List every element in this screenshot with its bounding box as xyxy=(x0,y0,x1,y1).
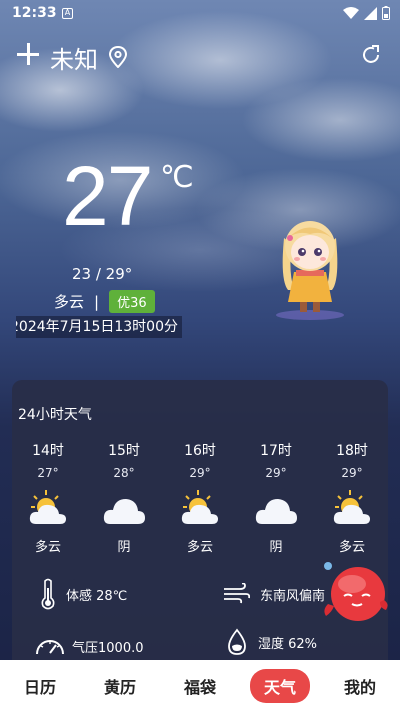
aqi-badge[interactable]: 优36 xyxy=(109,290,155,313)
nav-item-calendar[interactable]: 日历 xyxy=(10,669,70,703)
wind-icon xyxy=(224,583,250,604)
hour-temp: 29° xyxy=(341,466,363,480)
add-city-button[interactable] xyxy=(16,42,40,66)
nav-item-mine[interactable]: 我的 xyxy=(330,669,390,703)
current-temperature: 27 xyxy=(62,149,153,243)
nav-item-almanac[interactable]: 黄历 xyxy=(90,669,150,703)
current-condition: 多云 xyxy=(54,293,85,311)
forecast-title: 24小时天气 xyxy=(18,407,92,423)
partly-cloudy-icon xyxy=(181,490,218,524)
status-bar: 12:33 A xyxy=(0,0,400,28)
nav-item-lucky-bag[interactable]: 福袋 xyxy=(170,669,230,703)
thermometer-icon xyxy=(41,578,55,610)
feel-label: 体感 28℃ xyxy=(66,588,128,604)
humidity-label: 湿度 62% xyxy=(258,636,318,652)
hour-item[interactable]: 14时 27° 多云 xyxy=(18,440,78,555)
wind-label: 东南风偏南 xyxy=(260,588,326,604)
hour-condition: 多云 xyxy=(338,540,365,555)
hour-temp: 29° xyxy=(265,466,287,480)
update-datetime: 2024年7月15日13时00分 xyxy=(16,316,182,338)
refresh-icon[interactable] xyxy=(360,44,382,66)
separator: | xyxy=(94,292,100,311)
wifi-icon xyxy=(343,6,359,19)
humidity-detail: 湿度 62% xyxy=(226,628,317,656)
temperature-unit: ℃ xyxy=(160,160,194,195)
condition-row: 多云 | 优36 xyxy=(54,290,155,313)
hourly-forecast-card: 24小时天气 14时 27° 多云 15时 28° 阴 16时 29° 多云 1… xyxy=(12,380,388,670)
hour-label: 18时 xyxy=(336,443,368,459)
gauge-icon xyxy=(36,640,64,655)
hour-condition: 多云 xyxy=(186,540,213,555)
hour-item[interactable]: 17时 29° 阴 xyxy=(246,440,306,555)
overcast-icon xyxy=(255,499,297,524)
temperature-range: 23 / 29° xyxy=(72,265,133,283)
hour-label: 16时 xyxy=(184,443,216,459)
hour-item[interactable]: 16时 29° 多云 xyxy=(170,440,230,555)
nav-item-weather[interactable]: 天气 xyxy=(249,669,310,703)
mascot-girl-image[interactable] xyxy=(268,210,352,325)
hour-label: 14时 xyxy=(32,443,64,459)
city-name[interactable]: 未知 xyxy=(50,40,98,75)
hour-temp: 27° xyxy=(37,466,59,480)
location-pin-icon[interactable] xyxy=(108,46,128,68)
pressure-label: 气压1000.0 xyxy=(72,640,144,656)
hour-condition: 多云 xyxy=(34,540,61,555)
notification-icon: A xyxy=(62,8,73,19)
bottom-nav: 日历 黄历 福袋 天气 我的 xyxy=(0,660,400,712)
hour-label: 15时 xyxy=(108,443,140,459)
partly-cloudy-icon xyxy=(29,490,66,524)
hour-condition: 阴 xyxy=(117,540,131,555)
battery-icon xyxy=(382,6,390,20)
update-datetime-text: 2024年7月15日13时00分 xyxy=(16,319,178,335)
hour-label: 17时 xyxy=(260,443,292,459)
hour-item[interactable]: 15时 28° 阴 xyxy=(94,440,154,555)
header: 未知 xyxy=(0,38,400,78)
overcast-icon xyxy=(103,499,145,524)
red-mascot-float-button[interactable] xyxy=(322,560,390,626)
hour-condition: 阴 xyxy=(269,540,283,555)
partly-cloudy-icon xyxy=(333,490,370,524)
hour-item[interactable]: 18时 29° 多云 xyxy=(322,440,382,555)
signal-icon xyxy=(364,6,377,20)
feel-detail: 体感 28℃ xyxy=(40,578,127,610)
wind-detail: 东南风偏南 xyxy=(222,583,325,605)
water-drop-icon xyxy=(228,628,246,655)
hour-temp: 28° xyxy=(113,466,135,480)
hour-temp: 29° xyxy=(189,466,211,480)
status-time: 12:33 xyxy=(12,5,57,21)
pressure-detail: 气压1000.0 xyxy=(34,634,144,658)
